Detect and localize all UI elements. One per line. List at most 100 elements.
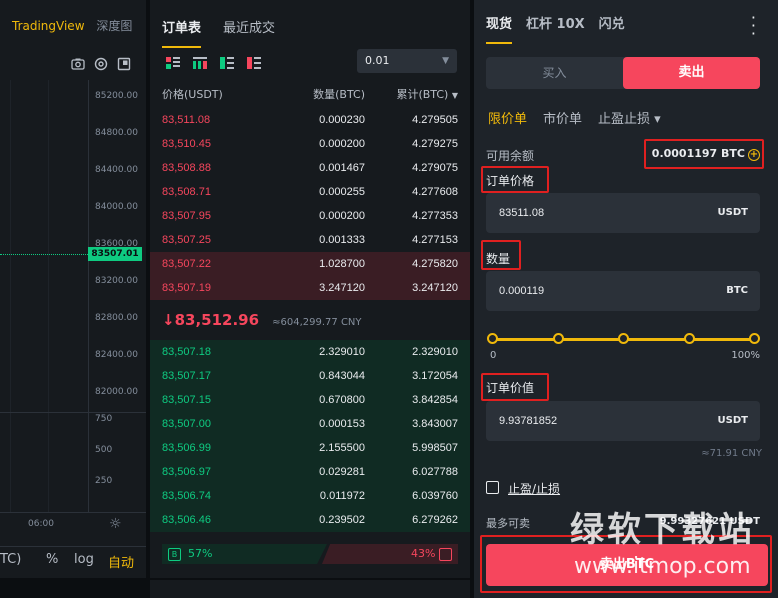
ask-row[interactable]: 83,508.71 0.000255 4.277608 (150, 180, 470, 204)
precision-select[interactable]: 0.01 ▼ (357, 49, 457, 73)
bid-row[interactable]: 83,507.17 0.843044 3.172054 (150, 364, 470, 388)
slider-step-knob[interactable] (618, 333, 629, 344)
row-price: 83,507.15 (162, 394, 211, 406)
ask-row[interactable]: 83,510.45 0.000200 4.279275 (150, 132, 470, 156)
ask-row[interactable]: 83,511.08 0.000230 4.279505 (150, 108, 470, 132)
row-amount: 3.247120 (319, 282, 365, 294)
order-value-unit: USDT (717, 415, 748, 426)
tab-convert[interactable]: 闪兑 (599, 13, 625, 32)
tab-order-book[interactable]: 订单表 (162, 17, 202, 48)
slider-step-knob[interactable] (552, 333, 564, 344)
buy-side-button[interactable]: 买入 (486, 57, 623, 89)
tab-stop-limit[interactable]: 止盈止损 ▾ (598, 108, 661, 127)
mid-price-cny: ≈604,299.77 CNY (272, 317, 362, 328)
slider-min-label: 0 (490, 350, 497, 361)
settings-icon[interactable] (93, 56, 109, 72)
bid-row[interactable]: 83,506.46 0.239502 6.279262 (150, 508, 470, 532)
row-price: 83,510.45 (162, 138, 211, 150)
mid-price-row: ↓83,512.96 ≈604,299.77 CNY (162, 310, 362, 329)
auto-toggle[interactable]: 自动 (108, 552, 134, 571)
layout-depth-icon[interactable] (193, 54, 207, 69)
chart-tabs: TradingView 深度图 (12, 17, 140, 34)
row-price: 83,507.19 (162, 282, 211, 294)
price-field[interactable]: USDT (486, 193, 760, 233)
amount-input[interactable] (499, 271, 679, 311)
bid-row[interactable]: 83,507.15 0.670800 3.842854 (150, 388, 470, 412)
buy-badge: B (168, 548, 181, 561)
row-amount: 0.000255 (319, 186, 365, 198)
fullscreen-icon[interactable] (116, 56, 132, 72)
amount-slider[interactable] (487, 333, 760, 344)
grid-line (10, 80, 11, 512)
log-toggle[interactable]: log (74, 552, 94, 567)
volume-tick: 500 (95, 445, 113, 455)
price-tick: 82800.00 (95, 313, 138, 323)
book-tabs: 订单表 最近成交 (162, 17, 275, 48)
more-options-icon[interactable]: · · · (751, 10, 756, 42)
tpsl-label[interactable]: 止盈/止损 (508, 480, 560, 497)
row-price: 83,506.97 (162, 466, 211, 478)
camera-icon[interactable] (70, 56, 86, 72)
amount-field[interactable]: BTC (486, 271, 760, 311)
slider-step-knob[interactable] (749, 333, 760, 344)
slider-step-knob[interactable] (683, 333, 695, 344)
chart-panel: TradingView 深度图 85200.00 84800.00 84400.00… (0, 0, 146, 578)
sun-icon[interactable]: ☼ (109, 516, 122, 532)
percent-toggle[interactable]: % (46, 552, 58, 567)
row-amount: 2.155500 (319, 442, 365, 454)
available-label: 可用余额 (486, 149, 535, 163)
sell-ratio: 43% (322, 544, 458, 564)
sell-side-button[interactable]: 卖出 (623, 57, 760, 89)
bid-row[interactable]: 83,506.74 0.011972 6.039760 (150, 484, 470, 508)
tab-recent-trades[interactable]: 最近成交 (223, 17, 275, 36)
row-amount: 0.001333 (319, 234, 365, 246)
tpsl-checkbox[interactable] (486, 481, 499, 494)
price-chart[interactable]: 85200.00 84800.00 84400.00 84000.00 83600.00… (0, 80, 146, 512)
row-amount: 0.029281 (319, 466, 365, 478)
ask-row[interactable]: 83,507.19 3.247120 3.247120 (150, 276, 470, 300)
price-tick: 84400.00 (95, 165, 138, 175)
header-amount: 数量(BTC) (313, 88, 365, 101)
chevron-down-icon: ▼ (442, 56, 449, 66)
tab-margin[interactable]: 杠杆 10X (526, 13, 585, 32)
tab-limit-order[interactable]: 限价单 (488, 108, 527, 127)
price-unit: USDT (717, 207, 748, 218)
tab-spot[interactable]: 现货 (486, 13, 513, 44)
order-value-input[interactable] (499, 401, 679, 441)
bid-row[interactable]: 83,506.99 2.155500 5.998507 (150, 436, 470, 460)
header-total[interactable]: 累计(BTC) ▼ (396, 86, 458, 102)
watermark-url: www.itmop.com (574, 554, 751, 579)
price-tick: 85200.00 (95, 91, 138, 101)
book-layout-switch (166, 54, 261, 69)
ask-row[interactable]: 83,507.22 1.028700 4.275820 (150, 252, 470, 276)
trade-mode-tabs: 现货 杠杆 10X 闪兑 (486, 13, 625, 44)
header-price: 价格(USDT) (162, 88, 223, 101)
row-amount: 0.000230 (319, 114, 365, 126)
price-input[interactable] (499, 193, 679, 233)
row-total: 4.277608 (412, 186, 458, 198)
slider-step-knob[interactable] (487, 333, 498, 344)
row-price: 83,508.71 (162, 186, 211, 198)
grid-line (48, 80, 49, 512)
layout-bids-icon[interactable] (220, 54, 234, 69)
ask-row[interactable]: 83,507.25 0.001333 4.277153 (150, 228, 470, 252)
row-amount: 0.000200 (319, 210, 365, 222)
side-switch: 买入 卖出 (486, 57, 760, 89)
layout-asks-icon[interactable] (247, 54, 261, 69)
layout-both-icon[interactable] (166, 54, 180, 69)
ask-row[interactable]: 83,507.95 0.000200 4.277353 (150, 204, 470, 228)
bid-row[interactable]: 83,507.00 0.000153 3.843007 (150, 412, 470, 436)
sell-ratio-value: 43% (411, 547, 436, 560)
row-price: 83,507.18 (162, 346, 211, 358)
bid-row[interactable]: 83,506.97 0.029281 6.027788 (150, 460, 470, 484)
ask-row[interactable]: 83,508.88 0.001467 4.279075 (150, 156, 470, 180)
bid-row[interactable]: 83,507.18 2.329010 2.329010 (150, 340, 470, 364)
row-price: 83,506.74 (162, 490, 211, 502)
volume-tick: 750 (95, 414, 113, 424)
order-type-tabs: 限价单 市价单 止盈止损 ▾ (488, 108, 661, 127)
tab-market-order[interactable]: 市价单 (543, 108, 582, 127)
tab-tradingview[interactable]: TradingView (12, 19, 85, 33)
price-tick: 82000.00 (95, 387, 138, 397)
order-value-field[interactable]: USDT (486, 401, 760, 441)
tab-depth-chart[interactable]: 深度图 (96, 19, 132, 33)
